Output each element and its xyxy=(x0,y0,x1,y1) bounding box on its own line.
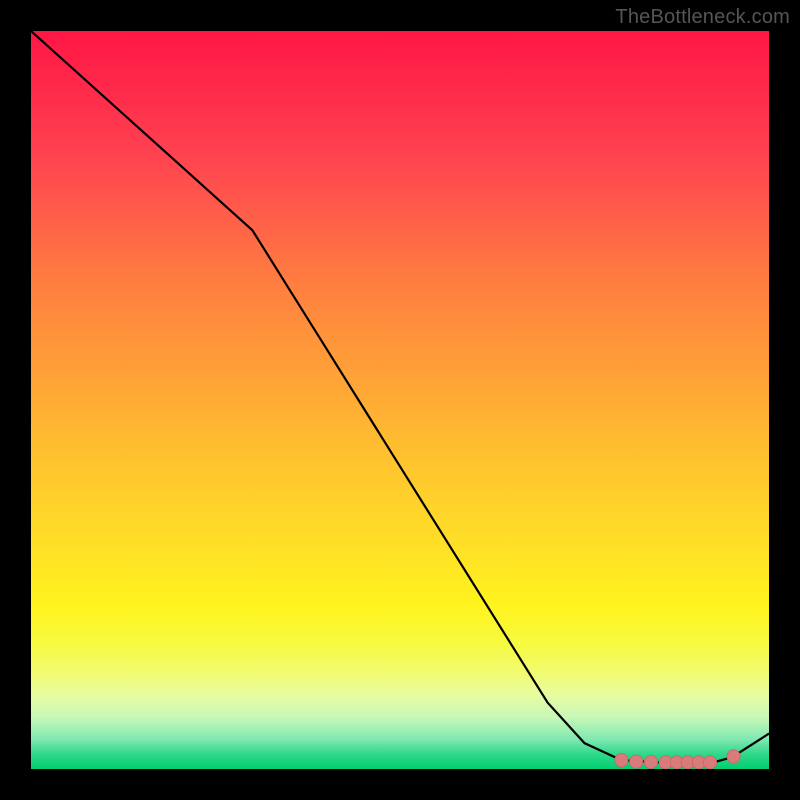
chart-stage: TheBottleneck.com xyxy=(0,0,800,800)
attribution-text: TheBottleneck.com xyxy=(615,6,790,29)
gradient-background xyxy=(31,31,769,769)
